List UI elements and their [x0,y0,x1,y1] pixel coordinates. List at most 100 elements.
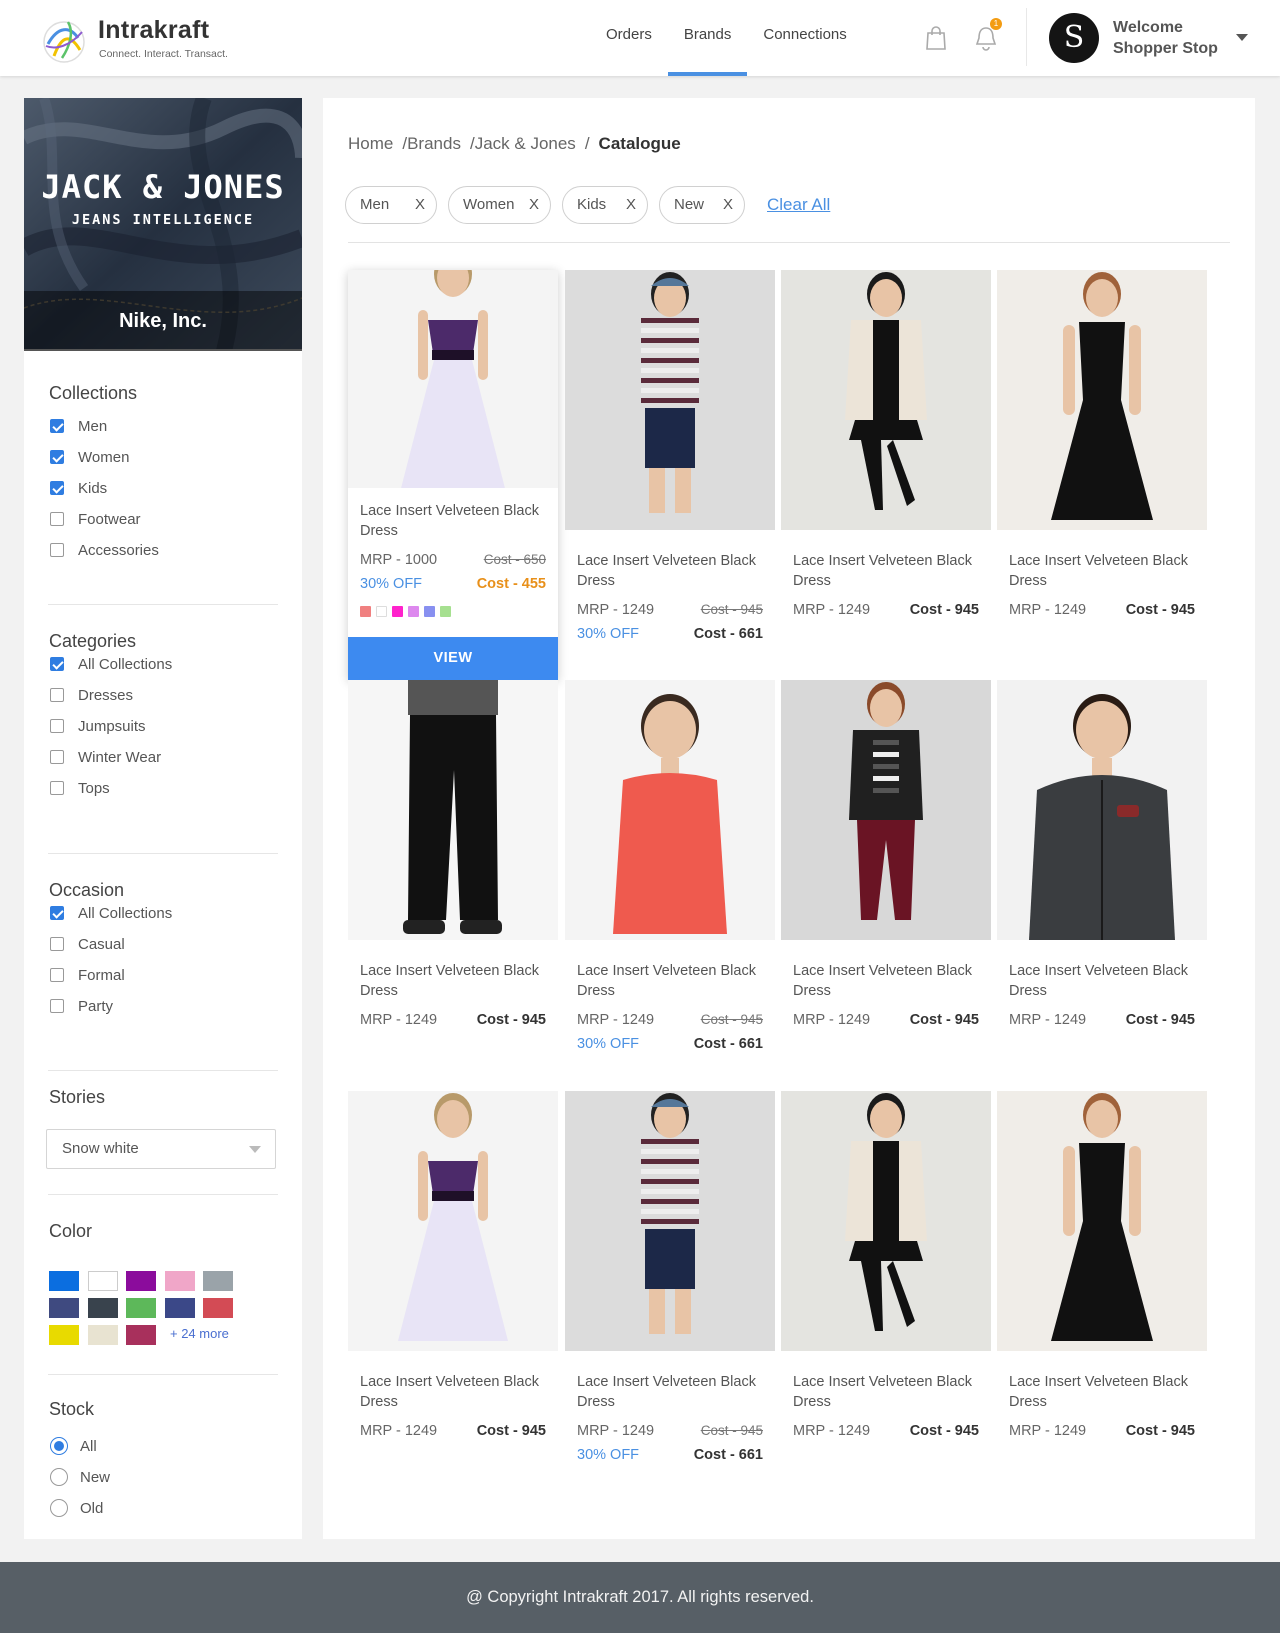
product-image[interactable] [997,680,1207,940]
product-image[interactable] [781,270,991,530]
product-card[interactable]: Lace Insert Velveteen Black Dress MRP - 1… [565,270,775,648]
shopping-bag-icon[interactable] [923,24,949,52]
product-image[interactable] [565,270,775,530]
categories-option-winter-wear[interactable]: Winter Wear [50,746,161,768]
more-colors-link[interactable]: + 24 more [170,1326,229,1341]
product-card[interactable]: Lace Insert Velveteen Black Dress MRP - 1… [565,1091,775,1469]
product-card[interactable]: Lace Insert Velveteen Black Dress MRP - 1… [348,270,558,680]
product-image[interactable] [997,270,1207,530]
checkbox[interactable] [50,481,64,495]
product-image[interactable] [348,680,558,940]
checkbox[interactable] [50,419,64,433]
color-option[interactable] [440,606,451,617]
checkbox[interactable] [50,543,64,557]
checkbox[interactable] [50,968,64,982]
occasion-option-casual[interactable]: Casual [50,933,125,955]
color-swatch[interactable] [49,1298,79,1318]
collections-option-footwear[interactable]: Footwear [50,508,141,530]
chip-close-icon[interactable]: X [723,187,733,223]
categories-option-tops[interactable]: Tops [50,777,110,799]
chip-close-icon[interactable]: X [415,187,425,223]
product-card[interactable]: Lace Insert Velveteen Black Dress MRP - 1… [997,1091,1207,1469]
checkbox[interactable] [50,781,64,795]
checkbox[interactable] [50,906,64,920]
color-swatch[interactable] [87,1298,118,1318]
breadcrumb-brand[interactable]: Jack & Jones [475,134,576,154]
product-name[interactable]: Lace Insert Velveteen Black Dress [997,961,1207,1001]
categories-option-dresses[interactable]: Dresses [50,684,133,706]
stock-option-old[interactable]: Old [50,1497,103,1519]
radio-button[interactable] [50,1468,68,1486]
product-name[interactable]: Lace Insert Velveteen Black Dress [997,1372,1207,1412]
chip-close-icon[interactable]: X [626,187,636,223]
product-name[interactable]: Lace Insert Velveteen Black Dress [348,501,558,541]
collections-option-women[interactable]: Women [50,446,129,468]
product-name[interactable]: Lace Insert Velveteen Black Dress [781,1372,991,1412]
logo[interactable]: Intrakraft Connect. Interact. Transact. [40,14,260,64]
occasion-option-formal[interactable]: Formal [50,964,125,986]
color-option[interactable] [392,606,403,617]
stock-option-new[interactable]: New [50,1466,110,1488]
product-card[interactable]: Lace Insert Velveteen Black Dress MRP - 1… [348,1091,558,1469]
avatar[interactable]: S [1049,13,1099,63]
product-image[interactable] [997,1091,1207,1351]
product-card[interactable]: Lace Insert Velveteen Black Dress MRP - 1… [997,270,1207,648]
nav-orders[interactable]: Orders [590,0,668,76]
product-image[interactable] [348,1091,558,1351]
product-name[interactable]: Lace Insert Velveteen Black Dress [565,961,775,1001]
color-option[interactable] [360,606,371,617]
color-swatch[interactable] [126,1325,156,1345]
color-swatch[interactable] [49,1271,79,1291]
product-image[interactable] [565,1091,775,1351]
color-swatch[interactable] [164,1298,195,1318]
checkbox[interactable] [50,999,64,1013]
product-image[interactable] [565,680,775,940]
stories-select[interactable]: Snow white [46,1129,276,1169]
product-card[interactable]: Lace Insert Velveteen Black Dress MRP - 1… [348,680,558,1058]
checkbox[interactable] [50,750,64,764]
color-option[interactable] [424,606,435,617]
clear-all-link[interactable]: Clear All [767,195,830,215]
collections-option-men[interactable]: Men [50,415,107,437]
categories-option-jumpsuits[interactable]: Jumpsuits [50,715,146,737]
product-image[interactable] [348,270,558,488]
breadcrumb-brands[interactable]: Brands [407,134,461,154]
product-card[interactable]: Lace Insert Velveteen Black Dress MRP - 1… [781,680,991,1058]
product-card[interactable]: Lace Insert Velveteen Black Dress MRP - 1… [997,680,1207,1058]
product-name[interactable]: Lace Insert Velveteen Black Dress [348,1372,558,1412]
checkbox[interactable] [50,450,64,464]
stock-option-all[interactable]: All [50,1435,97,1457]
collections-option-kids[interactable]: Kids [50,477,107,499]
product-name[interactable]: Lace Insert Velveteen Black Dress [781,551,991,591]
user-menu-chevron-down-icon[interactable] [1236,34,1248,41]
product-name[interactable]: Lace Insert Velveteen Black Dress [565,551,775,591]
color-swatch[interactable] [164,1271,195,1291]
collections-option-accessories[interactable]: Accessories [50,539,159,561]
product-name[interactable]: Lace Insert Velveteen Black Dress [997,551,1207,591]
color-swatch[interactable] [126,1298,156,1318]
radio-button[interactable] [50,1437,68,1455]
color-option[interactable] [376,606,387,617]
checkbox[interactable] [50,688,64,702]
color-swatch[interactable] [87,1325,118,1345]
checkbox[interactable] [50,719,64,733]
product-image[interactable] [781,1091,991,1351]
color-swatch[interactable] [203,1298,233,1318]
product-card[interactable]: Lace Insert Velveteen Black Dress MRP - 1… [781,270,991,648]
product-name[interactable]: Lace Insert Velveteen Black Dress [348,961,558,1001]
chip-close-icon[interactable]: X [529,187,539,223]
color-swatch[interactable] [49,1325,79,1345]
categories-option-all-collections[interactable]: All Collections [50,653,172,675]
checkbox[interactable] [50,937,64,951]
breadcrumb-home[interactable]: Home [348,134,393,154]
product-card[interactable]: Lace Insert Velveteen Black Dress MRP - 1… [781,1091,991,1469]
view-button[interactable]: VIEW [348,637,558,680]
checkbox[interactable] [50,657,64,671]
checkbox[interactable] [50,512,64,526]
product-image[interactable] [781,680,991,940]
radio-button[interactable] [50,1499,68,1517]
color-swatch[interactable] [126,1271,156,1291]
nav-brands[interactable]: Brands [667,0,748,76]
product-name[interactable]: Lace Insert Velveteen Black Dress [565,1372,775,1412]
color-option[interactable] [408,606,419,617]
